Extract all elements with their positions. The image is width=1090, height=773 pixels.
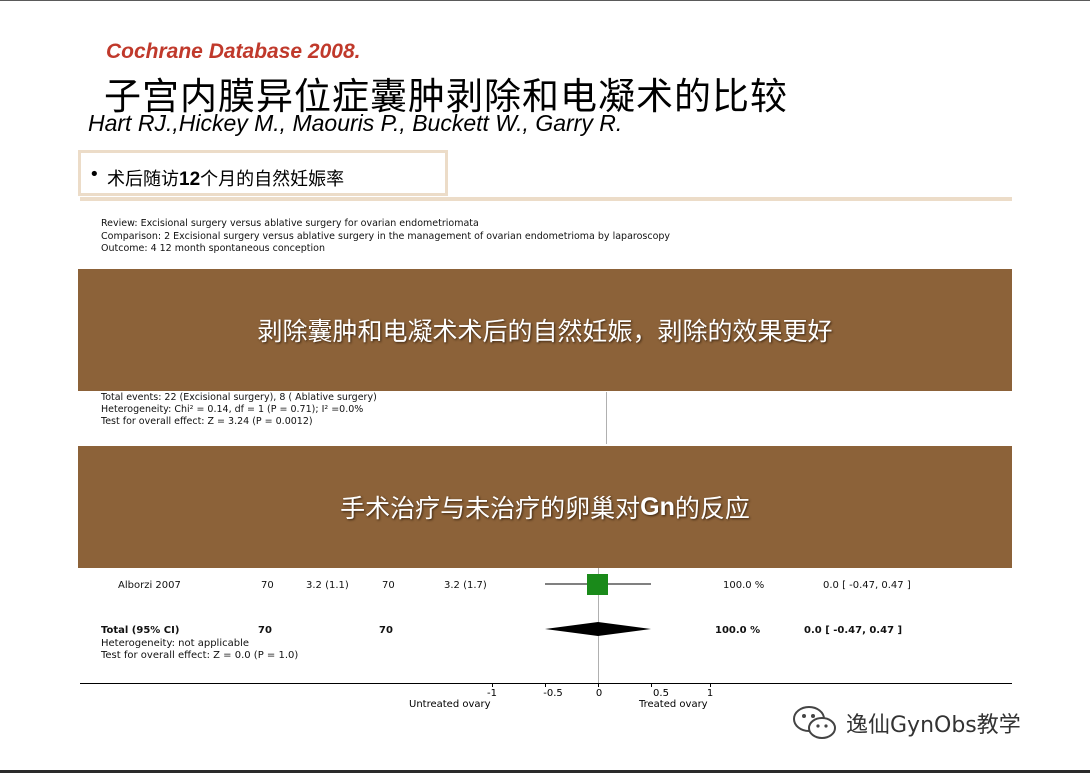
axis-tick-label: -0.5 bbox=[543, 688, 563, 699]
axis-tick-label: 0.5 bbox=[653, 688, 669, 699]
total-n1: 70 bbox=[258, 625, 272, 636]
total-label: Total (95% CI) bbox=[101, 625, 180, 636]
forest-axis bbox=[80, 683, 1012, 684]
heterogeneity-line-2: Heterogeneity: not applicable bbox=[101, 638, 250, 649]
total-weight: 100.0 % bbox=[715, 625, 761, 636]
axis-tick bbox=[651, 683, 652, 687]
total-ci: 0.0 [ -0.47, 0.47 ] bbox=[804, 625, 903, 636]
axis-tick bbox=[545, 683, 546, 687]
axis-tick-label: 0 bbox=[595, 688, 603, 699]
axis-tick bbox=[598, 683, 599, 687]
axis-caption-left: Untreated ovary bbox=[409, 699, 491, 710]
axis-tick bbox=[710, 683, 711, 687]
study-marker bbox=[587, 574, 608, 595]
wechat-icon bbox=[793, 706, 836, 739]
overall-effect-line-2: Test for overall effect: Z = 0.0 (P = 1.… bbox=[101, 650, 299, 661]
watermark: 逸仙GynObs教学 bbox=[792, 703, 1021, 743]
total-diamond bbox=[545, 622, 651, 636]
total-n2: 70 bbox=[379, 625, 393, 636]
watermark-text: 逸仙GynObs教学 bbox=[846, 713, 1021, 738]
axis-caption-right: Treated ovary bbox=[639, 699, 708, 710]
axis-tick-label: 1 bbox=[706, 688, 714, 699]
axis-tick bbox=[492, 683, 493, 687]
axis-tick-label: -1 bbox=[487, 688, 497, 699]
